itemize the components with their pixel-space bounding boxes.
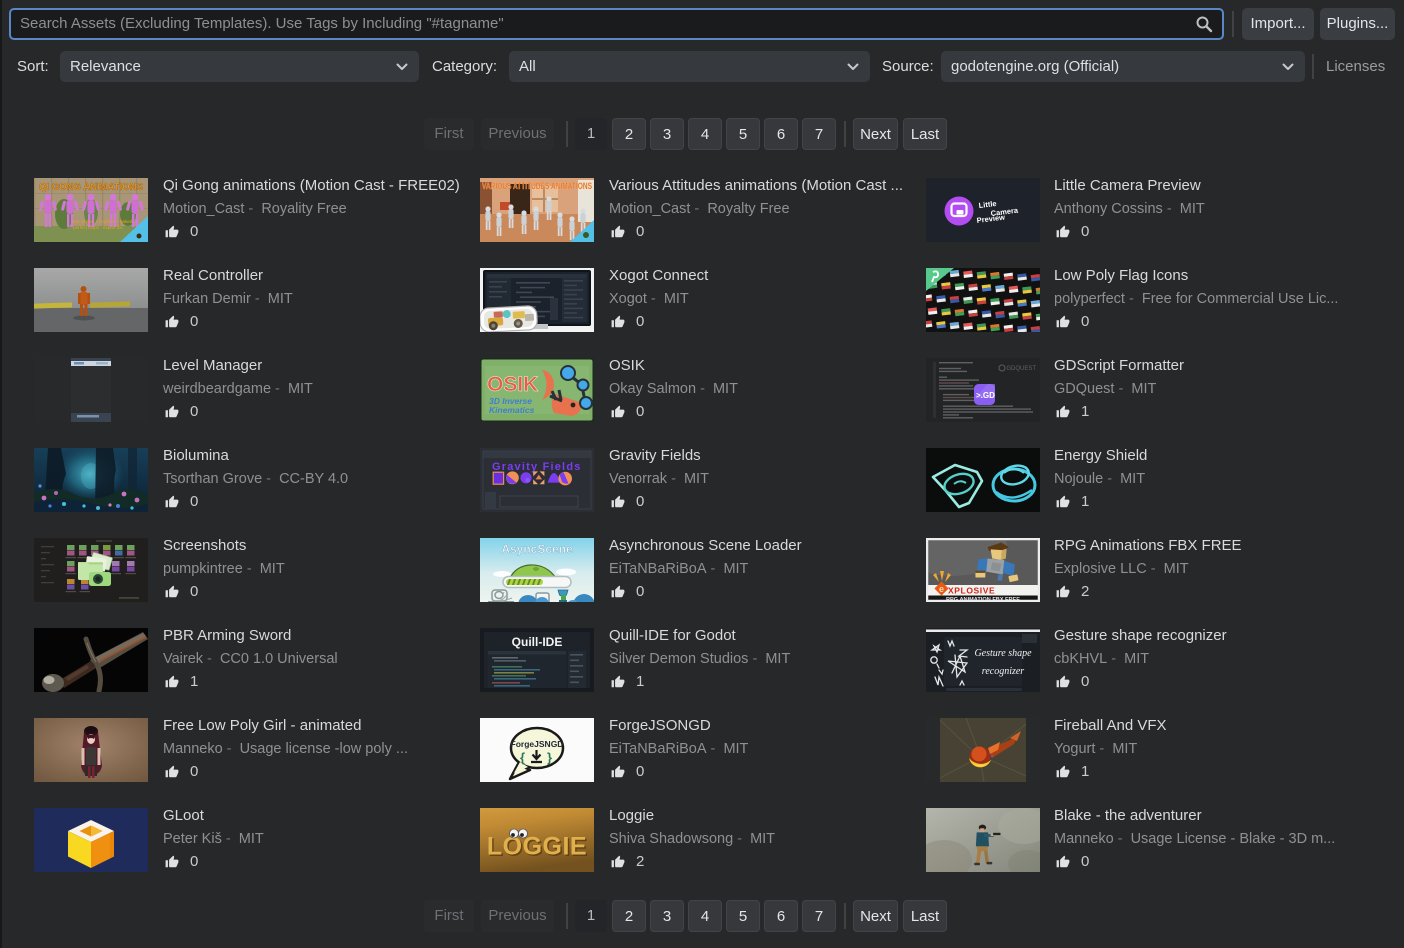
svg-text:perfect loops - export fbx: perfect loops - export fbx (73, 225, 123, 230)
svg-text:recognizer: recognizer (982, 666, 1025, 677)
svg-text:Kinematics: Kinematics (489, 405, 535, 415)
svg-text:QI GONG ANIMATIONS: QI GONG ANIMATIONS (39, 182, 143, 193)
svg-text:e: e (939, 584, 944, 594)
svg-text:OSIK: OSIK (487, 373, 538, 396)
svg-text:XPLOSIVE: XPLOSIVE (948, 586, 995, 596)
svg-text:root motion + in place + baked: root motion + in place + baked (72, 219, 133, 224)
svg-text:>.GD: >.GD (976, 391, 995, 400)
svg-text:LOGGIE: LOGGIE (487, 833, 587, 861)
svg-text:ForgeJSNGD: ForgeJSNGD (511, 739, 564, 749)
svg-text:GDQUEST: GDQUEST (1006, 366, 1036, 372)
svg-text:Gesture shape: Gesture shape (974, 648, 1032, 659)
svg-text:AsyncScene: AsyncScene (501, 542, 573, 556)
svg-text:VARIOUS ATTITUDES ANIMATIONS: VARIOUS ATTITUDES ANIMATIONS (482, 181, 592, 191)
svg-text:}: } (547, 750, 552, 765)
svg-text:{: { (520, 750, 525, 765)
svg-text:Quill-IDE: Quill-IDE (512, 635, 563, 649)
svg-text:Gravity Fields: Gravity Fields (492, 461, 582, 473)
